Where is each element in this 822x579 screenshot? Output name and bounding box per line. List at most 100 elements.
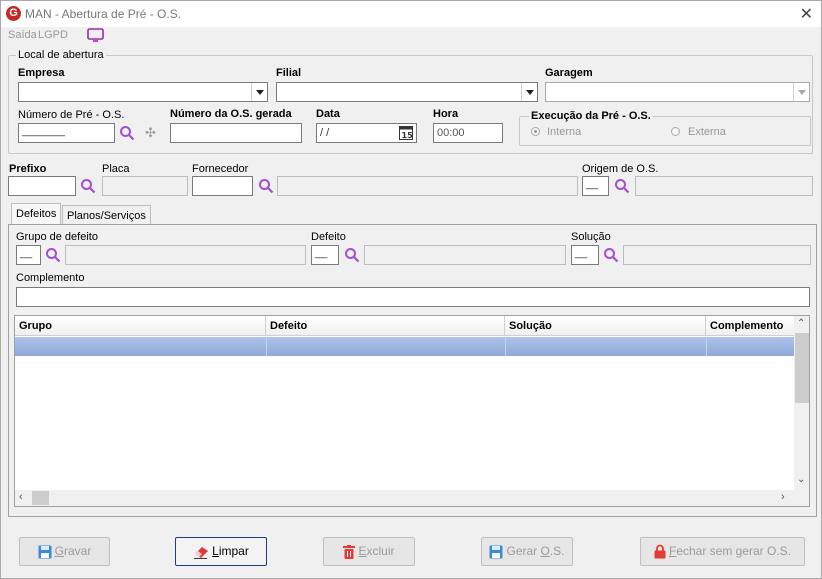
column-header-grupo[interactable]: Grupo [15, 316, 266, 336]
num-pre-os-input[interactable]: _______ [18, 123, 115, 143]
search-icon[interactable] [80, 178, 96, 194]
filial-select[interactable] [276, 82, 538, 102]
search-icon[interactable] [45, 247, 61, 263]
limpar-label-key: L [212, 544, 219, 558]
defeito-label: Defeito [311, 231, 346, 243]
monitor-icon[interactable] [87, 28, 105, 42]
lock-icon [654, 545, 666, 559]
interna-label: Interna [547, 126, 582, 138]
filial-label: Filial [276, 67, 302, 79]
grupo-defeito-value: __ [20, 247, 33, 259]
fechar-sem-gerar-button[interactable]: Fechar sem gerar O.S. [640, 537, 805, 566]
tab-defeitos[interactable]: Defeitos [11, 203, 62, 225]
gerar-os-label-pre: Gerar [506, 544, 541, 558]
search-icon[interactable] [614, 178, 630, 194]
hora-label: Hora [433, 108, 459, 120]
column-header-defeito[interactable]: Defeito [266, 316, 505, 336]
complemento-input[interactable] [16, 287, 810, 307]
num-os-gerada-input[interactable] [170, 123, 302, 143]
origem-desc-field [635, 176, 813, 196]
scroll-left-icon[interactable]: ‹ [19, 491, 23, 503]
search-icon[interactable] [603, 247, 619, 263]
origem-label: Origem de O.S. [582, 163, 659, 175]
defeito-value: __ [315, 247, 328, 259]
hora-input[interactable]: 00:00 [433, 123, 503, 143]
svg-text:15: 15 [402, 131, 414, 140]
search-icon[interactable] [344, 247, 360, 263]
solucao-desc [623, 245, 811, 265]
data-label: Data [316, 108, 340, 120]
grupo-defeito-label: Grupo de defeito [16, 231, 98, 243]
complemento-label: Complemento [16, 272, 85, 284]
local-abertura-title: Local de abertura [16, 49, 106, 61]
trash-icon [343, 544, 356, 559]
gravar-label-post: ravar [64, 544, 92, 558]
gravar-label-key: G [54, 544, 64, 558]
search-icon[interactable] [119, 125, 135, 141]
externa-label: Externa [688, 126, 726, 138]
main-window: G MAN - Abertura de Pré - O.S. ✕ Saída L… [0, 0, 822, 579]
horizontal-scrollbar[interactable]: ‹ › [15, 490, 794, 506]
empresa-label: Empresa [18, 67, 65, 79]
hora-value: 00:00 [437, 127, 465, 139]
excluir-button[interactable]: Excluir [323, 537, 415, 566]
prefixo-input[interactable] [8, 176, 76, 196]
vertical-scrollbar[interactable]: ⌃ ⌄ [794, 316, 809, 490]
solucao-value: __ [575, 247, 588, 259]
menu-item-lgpd[interactable]: LGPD [38, 29, 68, 41]
plus-icon[interactable]: ✣ [145, 125, 156, 141]
gerar-os-button[interactable]: Gerar O.S. [481, 537, 573, 566]
chevron-down-icon[interactable] [251, 83, 267, 101]
close-icon[interactable]: ✕ [800, 4, 813, 24]
save-icon [38, 545, 52, 559]
empresa-select[interactable] [18, 82, 268, 102]
save-icon [489, 545, 503, 559]
num-os-gerada-label: Número da O.S. gerada [170, 108, 292, 120]
grupo-defeito-desc [65, 245, 306, 265]
fornecedor-name-field [277, 176, 578, 196]
solucao-input[interactable]: __ [571, 245, 599, 265]
fornecedor-input[interactable] [192, 176, 253, 196]
garagem-select[interactable] [545, 82, 810, 102]
horizontal-scroll-thumb[interactable] [32, 491, 49, 505]
grupo-defeito-input[interactable]: __ [16, 245, 41, 265]
menu-item-saida[interactable]: Saída [8, 29, 37, 41]
column-header-solucao[interactable]: Solução [505, 316, 706, 336]
defeitos-grid[interactable]: Grupo Defeito Solução Complemento ⌃ ⌄ ‹ … [14, 315, 810, 507]
tab-planos-servicos[interactable]: Planos/Serviços [62, 205, 151, 225]
origem-value: __ [586, 178, 599, 190]
vertical-scroll-thumb[interactable] [795, 333, 809, 403]
placa-field [102, 176, 188, 196]
chevron-down-icon[interactable] [793, 83, 809, 101]
title-bar: G MAN - Abertura de Pré - O.S. ✕ [1, 1, 821, 27]
chevron-down-icon[interactable] [521, 83, 537, 101]
interna-radio[interactable] [531, 127, 540, 136]
column-header-complemento[interactable]: Complemento [706, 316, 794, 336]
window-title: MAN - Abertura de Pré - O.S. [25, 7, 182, 21]
excluir-label-key: E [358, 544, 367, 558]
fornecedor-label: Fornecedor [192, 163, 249, 175]
excluir-label-post: xcluir [366, 544, 395, 558]
table-row[interactable] [15, 337, 794, 356]
calendar-icon[interactable]: 15 [399, 126, 413, 140]
defeito-input[interactable]: __ [311, 245, 339, 265]
prefixo-label: Prefixo [9, 163, 47, 175]
gerar-os-label-post: .S. [549, 544, 565, 558]
gerar-os-label-key: O [540, 544, 550, 558]
defeito-desc [364, 245, 566, 265]
scroll-right-icon[interactable]: › [781, 491, 785, 503]
scroll-down-icon[interactable]: ⌄ [797, 474, 805, 485]
num-pre-os-value: _______ [22, 125, 65, 137]
limpar-button[interactable]: Limpar [175, 537, 267, 566]
origem-input[interactable]: __ [582, 176, 609, 196]
placa-label: Placa [102, 163, 130, 175]
gravar-button[interactable]: Gravar [19, 537, 110, 566]
scroll-corner [794, 490, 809, 506]
externa-radio[interactable] [671, 127, 680, 136]
scroll-up-icon[interactable]: ⌃ [797, 318, 805, 329]
data-value: / / [320, 127, 330, 139]
search-icon[interactable] [258, 178, 274, 194]
data-input[interactable]: / / 15 [316, 123, 417, 143]
app-logo-icon: G [6, 6, 21, 21]
eraser-icon [194, 546, 209, 559]
